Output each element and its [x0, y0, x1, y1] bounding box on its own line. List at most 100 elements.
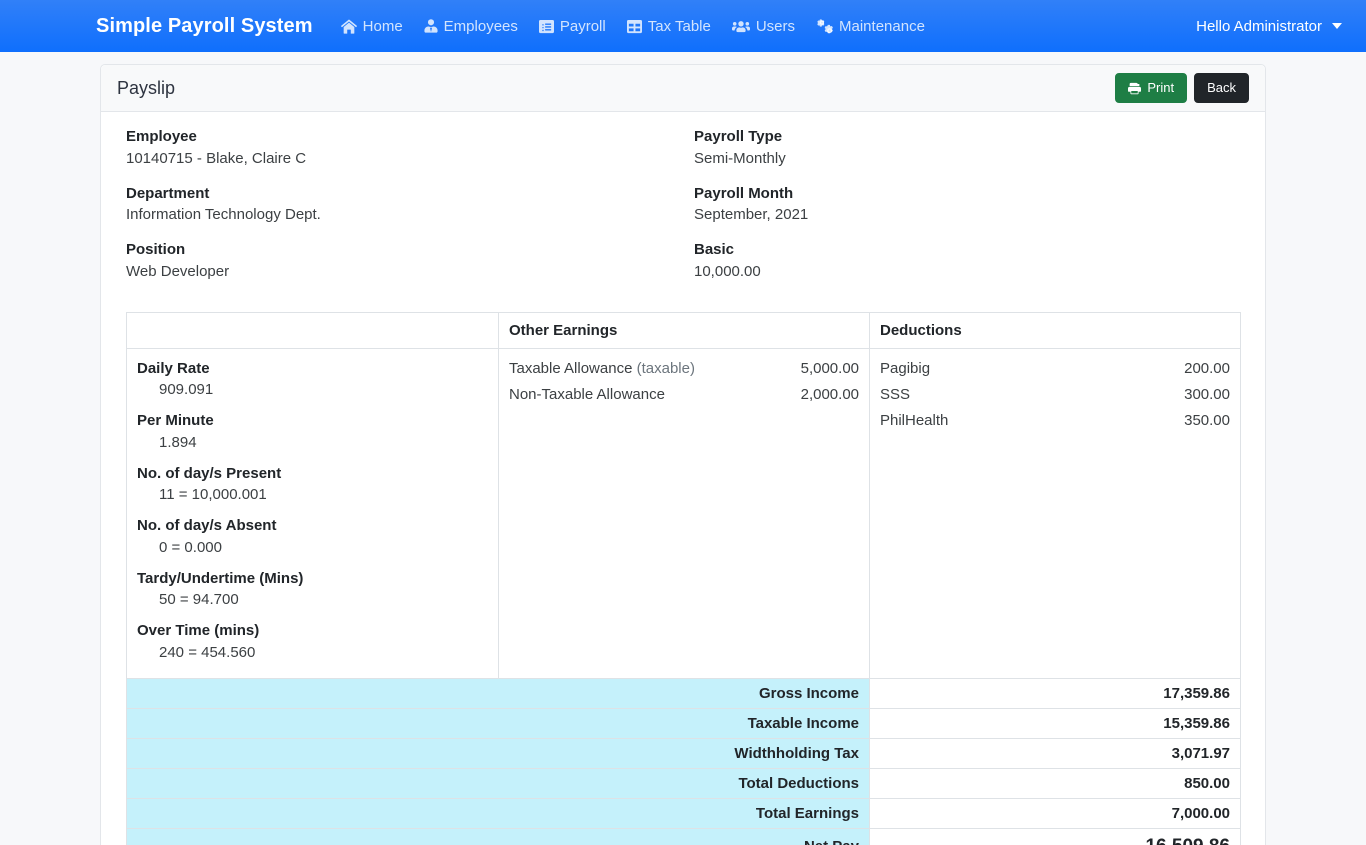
detail-overtime-label: Over Time (mins): [137, 622, 260, 639]
summary-value-total-earnings: 7,000.00: [869, 797, 1241, 829]
earning-amount: 5,000.00: [800, 359, 859, 377]
detail-days-present: No. of day/s Present 11 = 10,000.001: [137, 463, 488, 507]
payslip-card: Payslip Print Back Employee 10140715 - B…: [100, 64, 1266, 845]
header-deductions: Deductions: [869, 311, 1241, 349]
employee-info-left: Employee 10140715 - Blake, Claire C Depa…: [126, 126, 694, 296]
app-brand[interactable]: Simple Payroll System: [96, 15, 313, 38]
deduction-amount: 200.00: [1184, 359, 1230, 377]
deduction-name: PhilHealth: [880, 411, 949, 429]
header-blank: [126, 311, 499, 349]
info-payroll-type-label: Payroll Type: [694, 128, 783, 145]
detail-daily-rate-label: Daily Rate: [137, 359, 210, 377]
employee-info-right: Payroll Type Semi-Monthly Payroll Month …: [694, 126, 1240, 296]
cogs-icon: [816, 18, 833, 34]
nav-item-employees[interactable]: Employees: [414, 12, 528, 41]
info-position-value: Web Developer: [126, 262, 230, 280]
summary-label-withholding-tax: Widthholding Tax: [126, 737, 870, 769]
page-container: Payslip Print Back Employee 10140715 - B…: [0, 52, 1366, 845]
detail-daily-rate: Daily Rate 909.091: [137, 358, 488, 402]
nav-label-home: Home: [362, 17, 403, 35]
summary-value-net-pay: 16,509.86: [869, 827, 1241, 845]
info-basic: Basic 10,000.00: [694, 239, 1240, 283]
print-button[interactable]: Print: [1115, 72, 1188, 104]
list-alt-icon: [538, 19, 554, 34]
info-employee-value: 10140715 - Blake, Claire C: [126, 149, 307, 167]
deduction-amount: 300.00: [1184, 385, 1230, 403]
deduction-item: PhilHealth 350.00: [880, 408, 1230, 434]
summary-row-net-pay: Net Pay 16,509.86: [126, 827, 1241, 845]
earning-item: Non-Taxable Allowance 2,000.00: [509, 382, 859, 408]
chevron-down-icon: [1332, 23, 1342, 29]
deduction-name: SSS: [880, 385, 911, 403]
earning-name-wrap: Taxable Allowance (taxable): [509, 360, 695, 377]
detail-overtime: Over Time (mins) 240 = 454.560: [137, 620, 488, 664]
detail-per-minute-value: 1.894: [159, 433, 197, 451]
info-department-value: Information Technology Dept.: [126, 206, 321, 224]
summary-value-withholding-tax: 3,071.97: [869, 737, 1241, 769]
table-detail-row: Daily Rate 909.091 Per Minute 1.894 No. …: [126, 347, 1241, 679]
detail-days-absent: No. of day/s Absent 0 = 0.000: [137, 515, 488, 559]
summary-label-total-earnings: Total Earnings: [126, 797, 870, 829]
nav-item-tax-table[interactable]: Tax Table: [617, 12, 721, 41]
detail-tardy-label: Tardy/Undertime (Mins): [137, 569, 304, 587]
primary-nav: Home Employees Payroll Tax Table Users M…: [331, 12, 1196, 41]
nav-item-home[interactable]: Home: [331, 12, 413, 41]
users-icon: [731, 19, 750, 34]
detail-daily-rate-value: 909.091: [159, 381, 214, 399]
deduction-name: Pagibig: [880, 359, 931, 377]
info-department: Department Information Technology Dept.: [126, 183, 694, 227]
summary-row-withholding-tax: Widthholding Tax 3,071.97: [126, 737, 1241, 769]
table-header-row: Other Earnings Deductions: [126, 311, 1241, 349]
header-actions: Print Back: [1115, 72, 1249, 104]
top-navbar: Simple Payroll System Home Employees Pay…: [0, 0, 1366, 52]
info-payroll-month-value: September, 2021: [694, 206, 809, 224]
summary-value-total-deductions: 850.00: [869, 767, 1241, 799]
summary-row-taxable-income: Taxable Income 15,359.86: [126, 707, 1241, 739]
nav-label-tax-table: Tax Table: [647, 17, 711, 35]
employee-info-grid: Employee 10140715 - Blake, Claire C Depa…: [126, 126, 1240, 304]
detail-per-minute-label: Per Minute: [137, 412, 214, 429]
card-body: Employee 10140715 - Blake, Claire C Depa…: [101, 112, 1265, 845]
deduction-amount: 350.00: [1184, 411, 1230, 429]
info-employee-label: Employee: [126, 128, 197, 145]
nav-label-users: Users: [755, 17, 796, 35]
info-payroll-type: Payroll Type Semi-Monthly: [694, 126, 1240, 170]
detail-days-present-value: 11 = 10,000.001: [159, 486, 267, 504]
payslip-table: Other Earnings Deductions Daily Rate 909…: [126, 311, 1241, 845]
info-position: Position Web Developer: [126, 239, 694, 283]
info-position-label: Position: [126, 241, 186, 258]
payslip-table-head: Other Earnings Deductions: [126, 311, 1241, 349]
summary-row-total-earnings: Total Earnings 7,000.00: [126, 797, 1241, 829]
nav-label-payroll: Payroll: [559, 17, 606, 35]
earning-name: Non-Taxable Allowance: [509, 385, 665, 403]
earning-taxable-note: (taxable): [636, 359, 695, 377]
user-menu[interactable]: Hello Administrator: [1196, 18, 1342, 35]
summary-value-gross-income: 17,359.86: [869, 677, 1241, 709]
info-basic-value: 10,000.00: [694, 262, 761, 280]
detail-tardy-value: 50 = 94.700: [159, 591, 239, 609]
home-icon: [340, 19, 357, 34]
deduction-item: Pagibig 200.00: [880, 356, 1230, 382]
summary-row-gross-income: Gross Income 17,359.86: [126, 677, 1241, 709]
printer-icon: [1128, 82, 1142, 95]
detail-per-minute: Per Minute 1.894: [137, 410, 488, 454]
nav-item-payroll[interactable]: Payroll: [529, 12, 616, 41]
table-grid-icon: [626, 19, 642, 34]
detail-days-present-label: No. of day/s Present: [137, 464, 282, 482]
back-button[interactable]: Back: [1194, 72, 1249, 104]
detail-tardy: Tardy/Undertime (Mins) 50 = 94.700: [137, 568, 488, 612]
nav-item-maintenance[interactable]: Maintenance: [806, 12, 935, 41]
info-payroll-type-value: Semi-Monthly: [694, 149, 786, 167]
nav-label-employees: Employees: [443, 17, 518, 35]
user-tie-icon: [424, 18, 438, 34]
nav-item-users[interactable]: Users: [722, 12, 805, 41]
info-payroll-month: Payroll Month September, 2021: [694, 183, 1240, 227]
earning-name-wrap: Non-Taxable Allowance: [509, 386, 665, 403]
detail-days-absent-value: 0 = 0.000: [159, 538, 222, 556]
page-title: Payslip: [117, 77, 176, 98]
summary-label-taxable-income: Taxable Income: [126, 707, 870, 739]
nav-label-maintenance: Maintenance: [839, 17, 925, 35]
info-basic-label: Basic: [694, 241, 735, 258]
summary-label-total-deductions: Total Deductions: [126, 767, 870, 799]
earning-amount: 2,000.00: [800, 385, 859, 403]
